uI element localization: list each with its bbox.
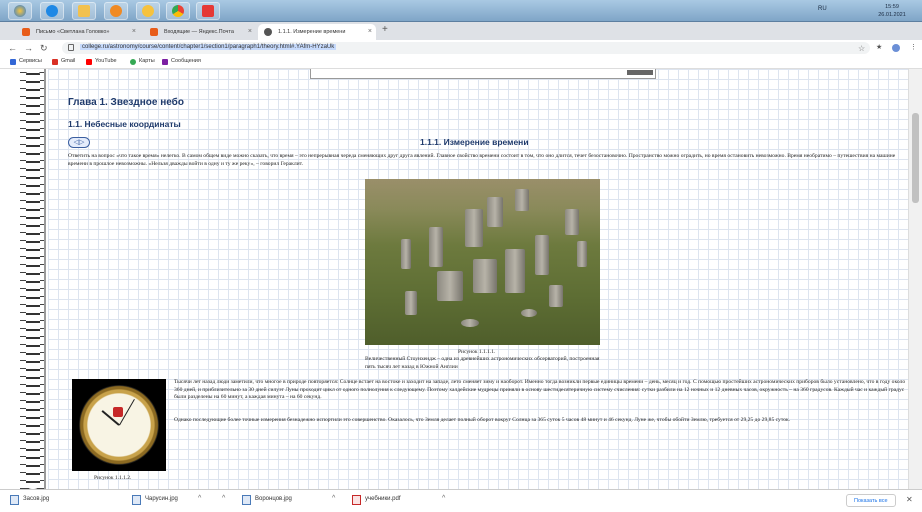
youtube-icon: [86, 59, 92, 65]
download-item[interactable]: Воронцов.jpg ^: [242, 495, 335, 505]
close-tab-icon[interactable]: ×: [132, 24, 136, 40]
figure-1-caption: Величественный Стоунхендж – одна из древ…: [365, 356, 600, 370]
download-filename: Воронцов.jpg: [255, 496, 292, 502]
url-text[interactable]: college.ru/astronomy/course/content/chap…: [80, 44, 337, 50]
header-frame: [310, 69, 656, 79]
figure-1-label: Рисунок 1.1.1.1.: [458, 349, 496, 355]
image-file-icon: [10, 495, 19, 505]
tab-label: Входящие — Яндекс.Почта: [164, 29, 234, 35]
chrome-icon[interactable]: [166, 2, 190, 20]
browser-toolbar: ← → ↻ college.ru/astronomy/course/conten…: [0, 40, 922, 56]
bookmark-label: Карты: [139, 58, 155, 64]
bookmark-label: Gmail: [61, 58, 76, 64]
chevron-up-icon[interactable]: ^: [442, 495, 445, 502]
page-navigation-arrows[interactable]: ◁▷: [68, 137, 90, 148]
reload-icon[interactable]: ↻: [40, 42, 48, 54]
language-indicator[interactable]: RU: [818, 6, 827, 12]
page-scrollbar[interactable]: [908, 69, 922, 489]
close-tab-icon[interactable]: ×: [248, 24, 252, 40]
gmail-icon: [52, 59, 58, 65]
web-page: Глава 1. Звездное небо 1.1. Небесные коо…: [0, 69, 922, 489]
lock-icon[interactable]: [68, 44, 74, 51]
notebook-paper: Глава 1. Звездное небо 1.1. Небесные коо…: [48, 69, 908, 489]
bookmark-messages[interactable]: Сообщения: [162, 58, 201, 65]
browser-tabstrip: Письмо «Светлана Головко» × Входящие — Я…: [0, 22, 922, 57]
tab-mail-letter[interactable]: Письмо «Светлана Головко» ×: [16, 24, 140, 40]
system-clock[interactable]: 15:59 26.01.2021: [872, 3, 912, 19]
yandex-mail-icon: [150, 28, 158, 36]
close-downloads-icon[interactable]: ✕: [906, 495, 913, 504]
download-item[interactable]: Засов.jpg ^: [10, 495, 201, 505]
apps-grid-icon: [10, 59, 16, 65]
yandex-browser-icon[interactable]: [136, 2, 160, 20]
bookmark-maps[interactable]: Карты: [130, 58, 155, 65]
yandex-mail-icon: [22, 28, 30, 36]
clock-time: 15:59: [885, 4, 899, 10]
show-all-downloads-button[interactable]: Показать все: [846, 494, 896, 507]
windows-taskbar: RU 15:59 26.01.2021: [0, 0, 922, 22]
download-filename: учебники.pdf: [365, 496, 401, 502]
image-file-icon: [242, 495, 251, 505]
address-bar[interactable]: college.ru/astronomy/course/content/chap…: [62, 42, 870, 54]
forward-arrow-icon[interactable]: →: [24, 42, 33, 54]
chevron-up-icon[interactable]: ^: [222, 495, 225, 502]
bookmark-star-icon[interactable]: ☆: [858, 44, 865, 53]
profile-avatar[interactable]: [892, 44, 900, 52]
scroll-thumb[interactable]: [912, 113, 919, 203]
menu-dots-icon[interactable]: ⋮: [910, 43, 917, 51]
history-paragraph: Тысячи лет назад люди заметили, что мног…: [174, 379, 906, 401]
tab-yandex-inbox[interactable]: Входящие — Яндекс.Почта ×: [144, 24, 256, 40]
tab-current-page[interactable]: 1.1.1. Измерение времени ×: [258, 24, 376, 40]
new-tab-button[interactable]: +: [382, 24, 388, 35]
download-filename: Засов.jpg: [23, 496, 50, 502]
bookmark-label: YouTube: [95, 58, 117, 64]
messages-icon: [162, 59, 168, 65]
bookmark-youtube[interactable]: YouTube: [86, 58, 117, 65]
bookmark-label: Сообщения: [171, 58, 201, 64]
clock-photo: [72, 379, 166, 471]
intro-paragraph: Ответить на вопрос «что такое время» нел…: [68, 153, 896, 167]
bookmarks-bar: Сервисы Gmail YouTube Карты Сообщения: [0, 56, 922, 69]
chapter-title: Глава 1. Звездное небо: [68, 97, 184, 108]
paint-icon[interactable]: [196, 2, 220, 20]
back-arrow-icon[interactable]: ←: [8, 42, 17, 54]
figure-2-label: Рисунок 1.1.1.2.: [94, 475, 132, 481]
topic-title: 1.1.1. Измерение времени: [420, 137, 529, 147]
maps-pin-icon: [130, 59, 136, 65]
file-explorer-icon[interactable]: [72, 2, 96, 20]
extension-icon[interactable]: ★: [876, 43, 882, 51]
clock-date: 26.01.2021: [878, 12, 906, 18]
download-filename: Чарусин.jpg: [145, 496, 178, 502]
bookmark-gmail[interactable]: Gmail: [52, 58, 76, 65]
section-title: 1.1. Небесные координаты: [68, 119, 181, 129]
bookmark-services[interactable]: Сервисы: [10, 58, 42, 65]
image-file-icon: [132, 495, 141, 505]
start-button[interactable]: [8, 2, 32, 20]
bookmark-label: Сервисы: [19, 58, 42, 64]
tab-label: 1.1.1. Измерение времени: [278, 29, 346, 35]
stonehenge-photo: [365, 179, 600, 345]
download-item[interactable]: учебники.pdf ^: [352, 495, 445, 505]
pdf-file-icon: [352, 495, 361, 505]
chevron-up-icon[interactable]: ^: [332, 495, 335, 502]
download-item[interactable]: Чарусин.jpg ^: [132, 495, 225, 505]
clock-face: [79, 385, 159, 465]
media-player-icon[interactable]: [104, 2, 128, 20]
tab-label: Письмо «Светлана Головко»: [36, 29, 110, 35]
close-tab-icon[interactable]: ×: [368, 24, 372, 40]
internet-explorer-icon[interactable]: [40, 2, 64, 20]
page-favicon-icon: [264, 28, 272, 36]
frame-mark: [627, 70, 653, 75]
downloads-bar: Засов.jpg ^ Чарусин.jpg ^ Воронцов.jpg ^…: [0, 489, 922, 512]
notebook-spiral-binding: [20, 69, 46, 489]
measurement-paragraph: Однако последующие более точные измерени…: [174, 417, 791, 423]
chevron-up-icon[interactable]: ^: [198, 495, 201, 502]
